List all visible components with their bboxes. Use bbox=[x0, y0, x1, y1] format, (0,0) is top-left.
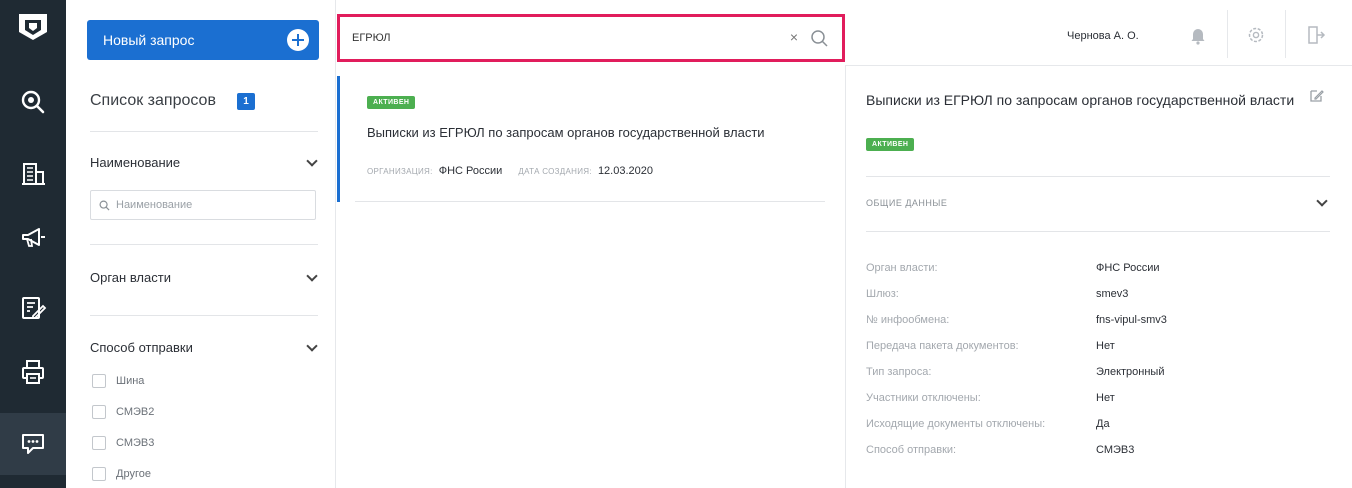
date-value: 12.03.2020 bbox=[597, 165, 653, 177]
topbar-separator bbox=[1227, 10, 1228, 58]
user-name[interactable]: Чернова А. О. bbox=[1067, 30, 1139, 42]
detail-row-value: СМЭВ3 bbox=[1096, 444, 1135, 456]
detail-row-value: Да bbox=[1096, 418, 1110, 430]
org-label: ОРГАНИЗАЦИЯ: bbox=[367, 167, 433, 176]
checkbox-box[interactable] bbox=[92, 374, 106, 388]
chevron-down-icon bbox=[306, 269, 318, 282]
new-request-button[interactable]: Новый запрос bbox=[87, 20, 319, 60]
app-logo-icon[interactable] bbox=[15, 12, 51, 42]
detail-row-key: № инфообмена: bbox=[866, 314, 950, 326]
filter-send-method-toggle[interactable]: Способ отправки bbox=[90, 339, 320, 355]
request-count-badge: 1 bbox=[237, 93, 255, 110]
result-divider bbox=[355, 201, 825, 202]
detail-row: Способ отправки: СМЭВ3 bbox=[866, 444, 1336, 456]
rail-building-icon[interactable] bbox=[0, 146, 66, 202]
detail-row-value: Нет bbox=[1096, 340, 1115, 352]
name-filter-field[interactable] bbox=[90, 190, 316, 220]
detail-row-key: Шлюз: bbox=[866, 288, 899, 300]
detail-row: Передача пакета документов: Нет bbox=[866, 340, 1336, 352]
send-option-checkbox[interactable]: Шина bbox=[92, 374, 144, 388]
general-data-section-toggle[interactable]: ОБЩИЕ ДАННЫЕ bbox=[866, 195, 1330, 208]
detail-row-key: Орган власти: bbox=[866, 262, 938, 274]
detail-panel: Выписки из ЕГРЮЛ по запросам органов гос… bbox=[845, 66, 1352, 488]
send-option-checkbox[interactable]: СМЭВ3 bbox=[92, 436, 154, 450]
search-icon bbox=[99, 200, 110, 211]
org-value: ФНС России bbox=[438, 165, 503, 177]
sidebar-divider bbox=[90, 131, 318, 132]
detail-row-value: Электронный bbox=[1096, 366, 1165, 378]
detail-divider bbox=[866, 231, 1330, 232]
icon-rail bbox=[0, 0, 66, 488]
detail-row-value: ФНС России bbox=[1096, 262, 1160, 274]
send-option-label: СМЭВ2 bbox=[116, 406, 155, 418]
checkbox-box[interactable] bbox=[92, 405, 106, 419]
result-item[interactable]: АКТИВЕН Выписки из ЕГРЮЛ по запросам орг… bbox=[337, 76, 827, 202]
rail-printer-icon[interactable] bbox=[0, 344, 66, 400]
app-window: Новый запрос Список запросов 1 Наименова… bbox=[0, 0, 1352, 488]
filter-sidebar: Новый запрос Список запросов 1 Наименова… bbox=[66, 0, 336, 488]
sidebar-divider bbox=[90, 315, 318, 316]
rail-search-icon[interactable] bbox=[0, 74, 66, 130]
detail-row: № инфообмена: fns-vipul-smv3 bbox=[866, 314, 1336, 326]
result-meta: ОРГАНИЗАЦИЯ: ФНС России ДАТА СОЗДАНИЯ: 1… bbox=[367, 165, 653, 177]
send-option-label: Шина bbox=[116, 375, 145, 387]
status-badge: АКТИВЕН bbox=[866, 138, 915, 151]
checkbox-box[interactable] bbox=[92, 467, 106, 481]
detail-row-key: Участники отключены: bbox=[866, 392, 981, 404]
filter-authority-toggle[interactable]: Орган власти bbox=[90, 269, 320, 285]
name-filter-input[interactable] bbox=[116, 199, 306, 211]
status-badge: АКТИВЕН bbox=[367, 96, 416, 109]
detail-divider bbox=[866, 176, 1330, 177]
date-label: ДАТА СОЗДАНИЯ: bbox=[518, 167, 592, 176]
send-option-label: СМЭВ3 bbox=[116, 437, 155, 449]
edit-icon[interactable] bbox=[1308, 88, 1324, 104]
sidebar-divider bbox=[90, 244, 318, 245]
global-search-bar[interactable]: × bbox=[337, 14, 845, 62]
search-icon[interactable] bbox=[810, 29, 830, 49]
detail-row-key: Исходящие документы отключены: bbox=[866, 418, 1046, 430]
topbar-separator bbox=[1285, 10, 1286, 58]
detail-row: Шлюз: smev3 bbox=[866, 288, 1336, 300]
checkbox-box[interactable] bbox=[92, 436, 106, 450]
top-user-bar: Чернова А. О. bbox=[845, 0, 1352, 66]
section-title: ОБЩИЕ ДАННЫЕ bbox=[866, 198, 948, 208]
chevron-down-icon bbox=[306, 154, 318, 167]
rail-megaphone-icon[interactable] bbox=[0, 210, 66, 266]
send-option-label: Другое bbox=[116, 468, 151, 480]
search-input[interactable] bbox=[352, 29, 752, 47]
detail-row-key: Способ отправки: bbox=[866, 444, 957, 456]
gear-icon[interactable] bbox=[1245, 24, 1267, 46]
results-list: АКТИВЕН Выписки из ЕГРЮЛ по запросам орг… bbox=[337, 76, 843, 488]
detail-row-key: Тип запроса: bbox=[866, 366, 932, 378]
rail-document-edit-icon[interactable] bbox=[0, 280, 66, 336]
new-request-label: Новый запрос bbox=[103, 32, 195, 48]
plus-circle-icon bbox=[287, 29, 309, 51]
result-title[interactable]: Выписки из ЕГРЮЛ по запросам органов гос… bbox=[367, 124, 787, 141]
rail-chat-icon[interactable] bbox=[0, 413, 66, 475]
detail-row-value: smev3 bbox=[1096, 288, 1129, 300]
send-option-checkbox[interactable]: Другое bbox=[92, 467, 151, 481]
detail-row-value: Нет bbox=[1096, 392, 1115, 404]
detail-row-key: Передача пакета документов: bbox=[866, 340, 1019, 352]
detail-row: Участники отключены: Нет bbox=[866, 392, 1336, 404]
detail-row-value: fns-vipul-smv3 bbox=[1096, 314, 1167, 326]
detail-title: Выписки из ЕГРЮЛ по запросам органов гос… bbox=[866, 92, 1295, 108]
filter-name-label: Наименование bbox=[90, 155, 181, 170]
chevron-down-icon bbox=[1316, 195, 1328, 207]
logout-icon[interactable] bbox=[1305, 24, 1327, 46]
chevron-down-icon bbox=[306, 339, 318, 352]
detail-row: Тип запроса: Электронный bbox=[866, 366, 1336, 378]
send-option-checkbox[interactable]: СМЭВ2 bbox=[92, 405, 154, 419]
request-list-title: Список запросов bbox=[90, 92, 216, 109]
filter-authority-label: Орган власти bbox=[90, 270, 171, 285]
bell-icon[interactable] bbox=[1187, 24, 1209, 46]
filter-send-method-label: Способ отправки bbox=[90, 340, 193, 355]
filter-name-toggle[interactable]: Наименование bbox=[90, 154, 320, 170]
detail-row: Исходящие документы отключены: Да bbox=[866, 418, 1336, 430]
clear-search-button[interactable]: × bbox=[790, 29, 798, 45]
detail-row: Орган власти: ФНС России bbox=[866, 262, 1336, 274]
